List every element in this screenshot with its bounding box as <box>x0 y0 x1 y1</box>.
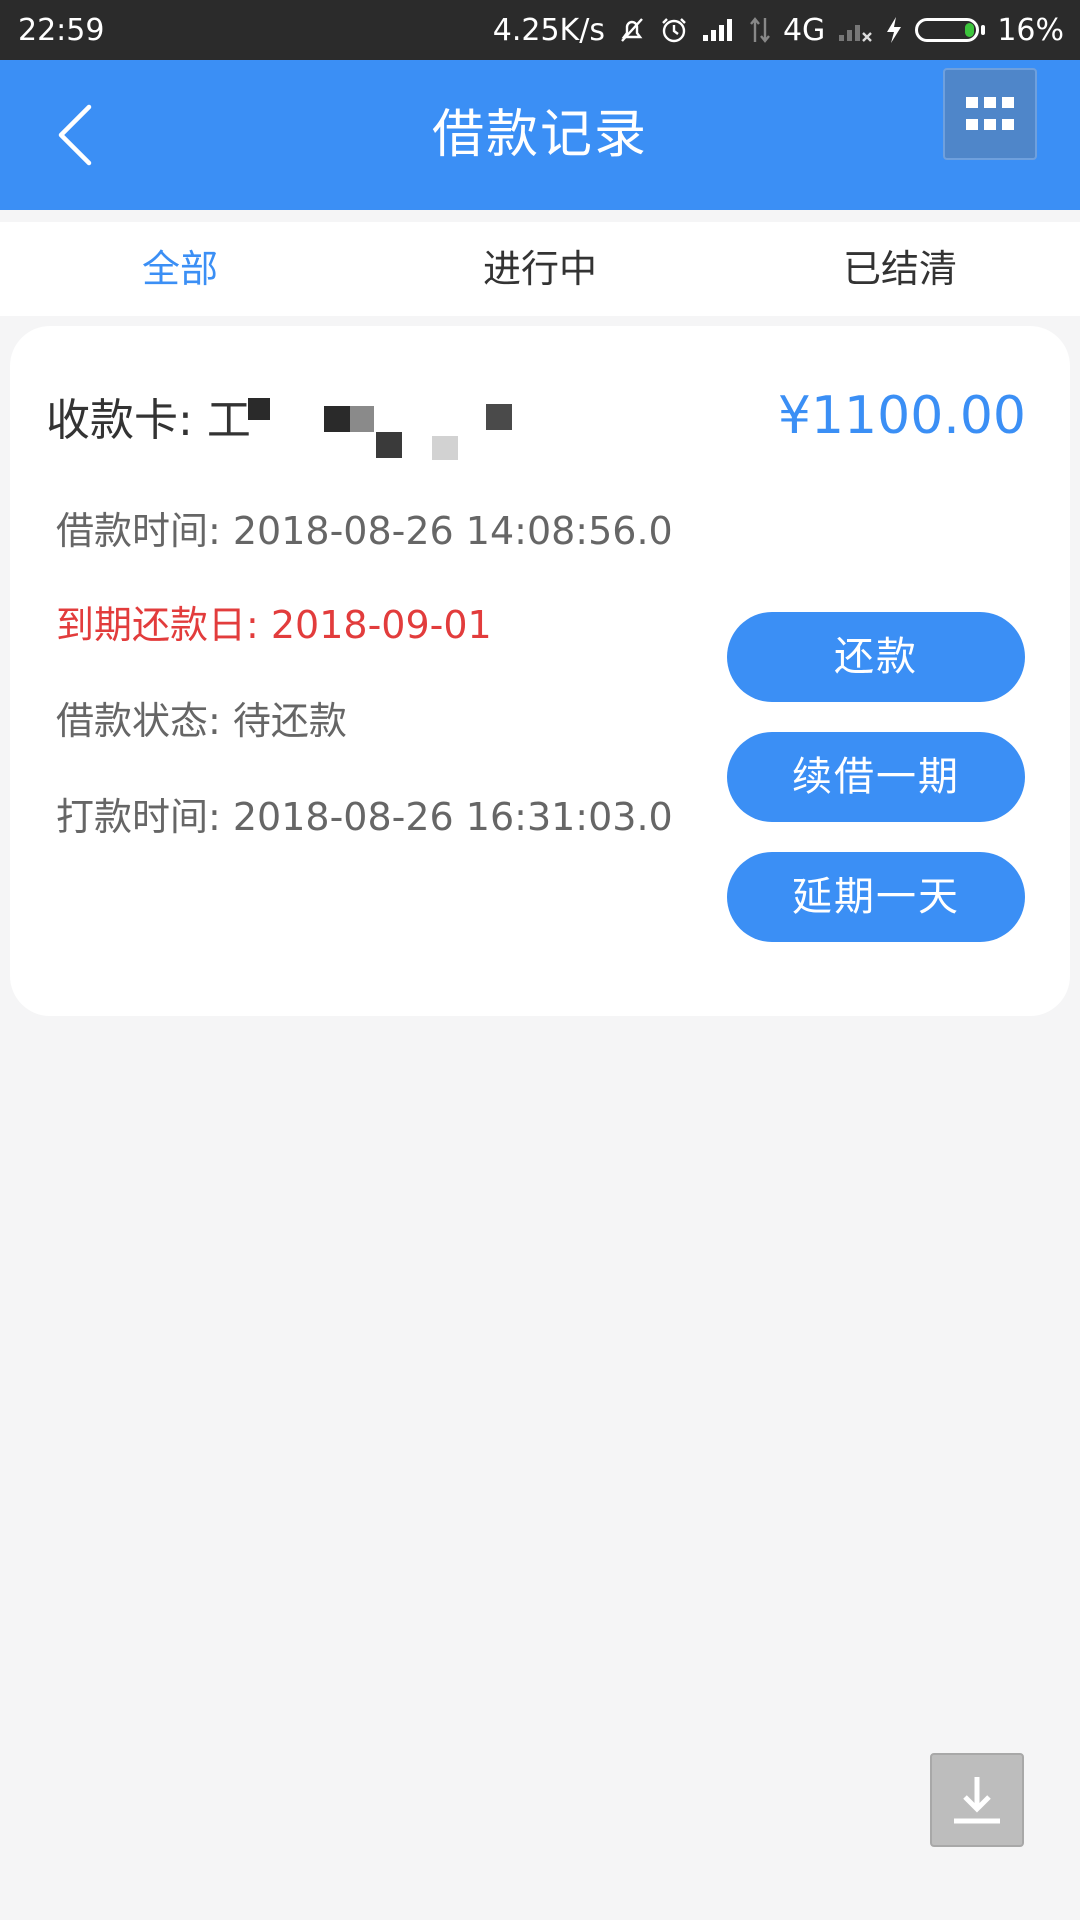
payment-time: 打款时间: 2018-08-26 16:31:03.0 <box>56 795 673 839</box>
signal-bars-icon <box>701 17 737 43</box>
masked-card-number <box>224 398 524 460</box>
battery-icon <box>915 18 986 42</box>
charging-bolt-icon <box>885 16 903 44</box>
network-speed: 4.25K/s <box>492 12 605 48</box>
page-title: 借款记录 <box>431 105 648 165</box>
no-signal-icon <box>837 17 873 43</box>
alarm-clock-icon <box>659 15 689 45</box>
loan-time: 借款时间: 2018-08-26 14:08:56.0 <box>56 509 673 553</box>
grid-menu-button[interactable] <box>943 68 1037 160</box>
status-time: 22:59 <box>18 12 105 48</box>
extend-one-day-button[interactable]: 延期一天 <box>727 852 1025 942</box>
battery-percent: 16% <box>997 12 1064 48</box>
repay-button[interactable]: 还款 <box>727 612 1025 702</box>
status-icons: 4.25K/s 4G 16% <box>493 13 1064 48</box>
app-header: 借款记录 <box>0 60 1080 210</box>
data-arrows-icon <box>749 16 771 44</box>
download-icon <box>954 1777 1000 1824</box>
renew-one-period-button[interactable]: 续借一期 <box>727 732 1025 822</box>
mute-bell-icon <box>617 15 647 45</box>
tab-bar: 全部 进行中 已结清 <box>0 222 1080 316</box>
back-button[interactable] <box>40 98 110 172</box>
chevron-left-icon <box>58 104 92 166</box>
due-date: 到期还款日: 2018-09-01 <box>56 603 492 647</box>
status-bar: 22:59 4.25K/s 4G 16% <box>0 0 1080 60</box>
loan-amount: ¥1100.00 <box>777 386 1026 446</box>
download-button[interactable] <box>930 1753 1024 1847</box>
tab-settled[interactable]: 已结清 <box>720 222 1080 316</box>
receiving-card-label: 收款卡: 工 <box>46 395 251 446</box>
tab-in-progress[interactable]: 进行中 <box>360 222 720 316</box>
network-type: 4G <box>782 12 826 48</box>
tab-all[interactable]: 全部 <box>0 222 360 316</box>
loan-status: 借款状态: 待还款 <box>56 699 347 743</box>
grid-menu-icon <box>966 97 1014 130</box>
